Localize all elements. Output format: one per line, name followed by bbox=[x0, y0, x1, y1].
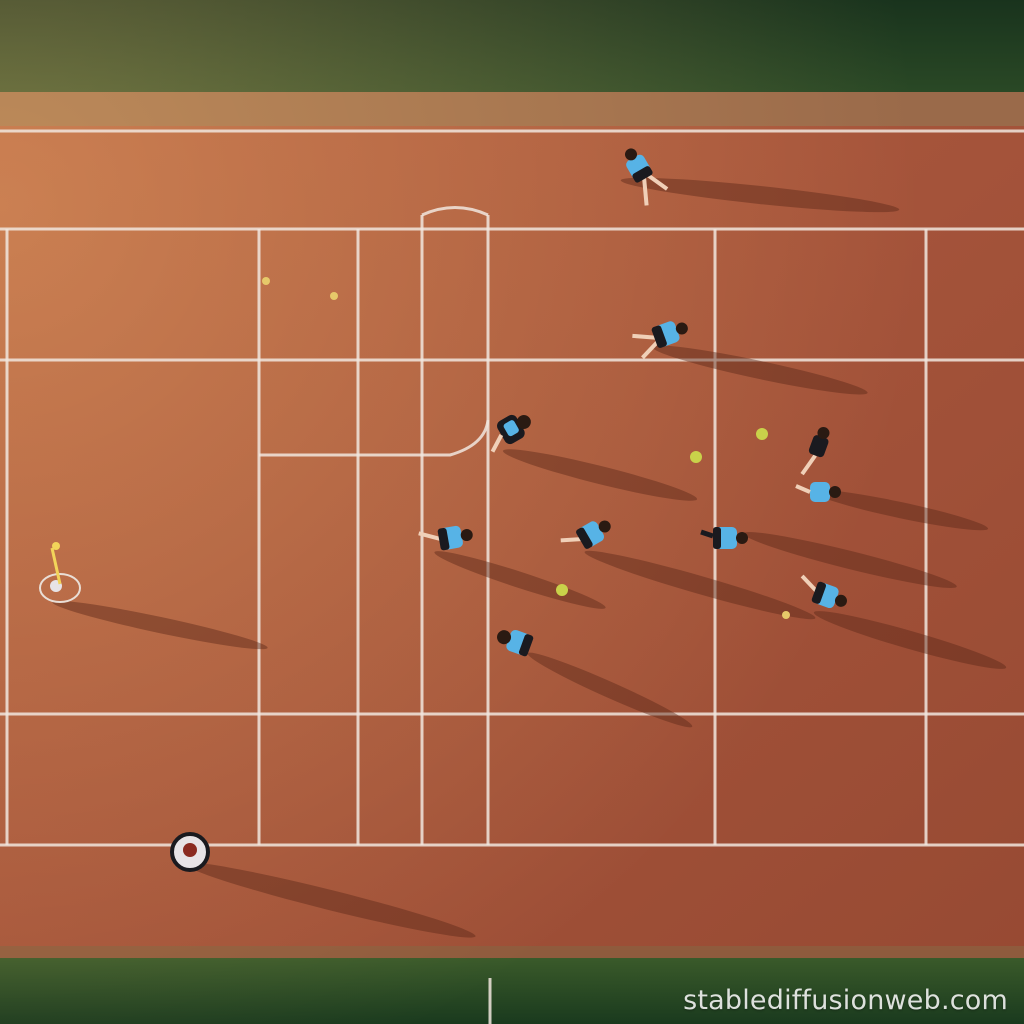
sun-glow bbox=[0, 0, 1024, 1024]
watermark-text: stablediffusionweb.com bbox=[683, 985, 1008, 1016]
player bbox=[170, 832, 210, 872]
court-illustration bbox=[0, 0, 1024, 1024]
aerial-court-scene: stablediffusionweb.com bbox=[0, 0, 1024, 1024]
